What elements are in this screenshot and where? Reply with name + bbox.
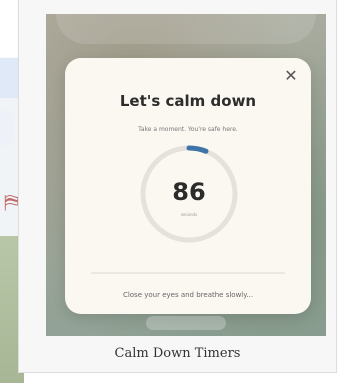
blurred-header bbox=[56, 14, 316, 44]
blurred-bottom-button bbox=[146, 316, 226, 330]
modal-title: Let's calm down bbox=[119, 92, 257, 110]
timer-value: 86 bbox=[172, 178, 206, 206]
gift-icon: ⛿ bbox=[4, 190, 19, 214]
background-pill bbox=[0, 108, 14, 148]
divider bbox=[91, 272, 285, 274]
modal-instruction: Close your eyes and breathe slowly... bbox=[122, 291, 254, 299]
calm-down-modal: ✕ Let's calm down Take a moment. You're … bbox=[65, 58, 311, 314]
figure-card: ✕ Let's calm down Take a moment. You're … bbox=[18, 0, 337, 373]
close-icon[interactable]: ✕ bbox=[281, 66, 301, 86]
timer-unit: seconds bbox=[180, 212, 198, 217]
figure-caption: Calm Down Timers bbox=[114, 346, 241, 361]
modal-subtitle: Take a moment. You're safe here. bbox=[138, 126, 238, 133]
screenshot-frame: ✕ Let's calm down Take a moment. You're … bbox=[46, 14, 326, 336]
countdown-timer: 86 seconds bbox=[137, 142, 241, 246]
